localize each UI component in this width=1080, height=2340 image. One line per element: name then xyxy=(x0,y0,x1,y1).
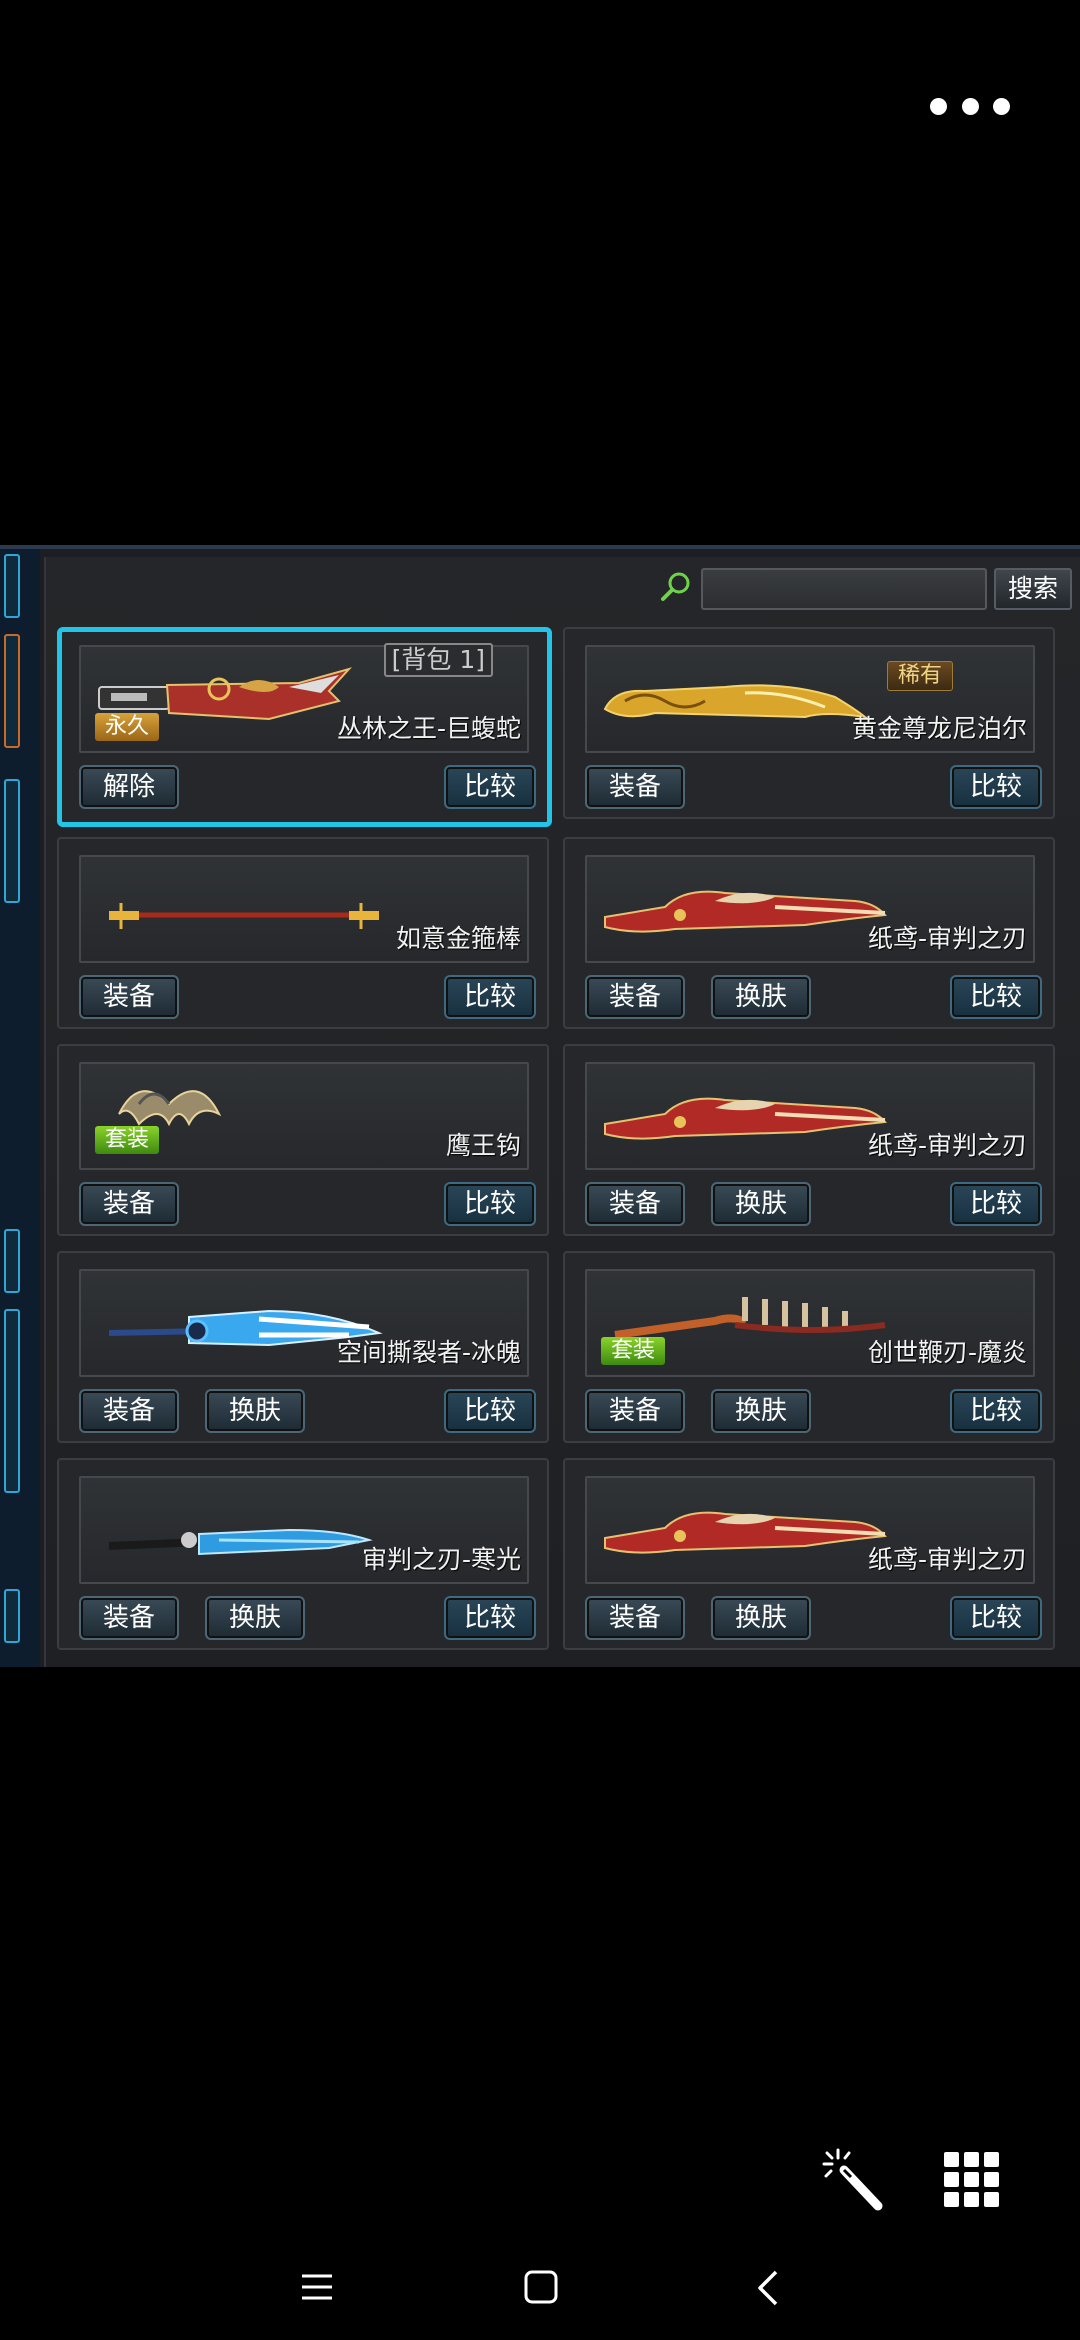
weapon-preview: 纸鸢-审判之刃 xyxy=(585,1476,1035,1584)
strip-element xyxy=(4,1229,20,1293)
weapon-preview: 套装 鹰王钩 xyxy=(79,1062,529,1170)
weapon-name: 纸鸢-审判之刃 xyxy=(867,1131,1027,1160)
compare-button[interactable]: 比较 xyxy=(444,975,536,1019)
suit-badge: 套装 xyxy=(601,1337,666,1365)
change-skin-button[interactable]: 换肤 xyxy=(205,1389,305,1433)
strip-element xyxy=(4,779,20,903)
equip-button[interactable]: 装备 xyxy=(585,1389,685,1433)
weapon-preview: 套装 创世鞭刃-魔炎 xyxy=(585,1269,1035,1377)
system-navigation-bar xyxy=(0,2230,1080,2340)
weapon-card[interactable]: 审判之刃-寒光装备 换肤 比较 xyxy=(57,1458,549,1650)
weapon-card[interactable]: 如意金箍棒装备 比较 xyxy=(57,837,549,1029)
weapon-image xyxy=(603,684,869,719)
weapon-card[interactable]: 空间撕裂者-冰魄装备 换肤 比较 xyxy=(57,1251,549,1443)
compare-button[interactable]: 比较 xyxy=(444,1389,536,1433)
weapon-name: 如意金箍棒 xyxy=(395,924,521,953)
search-button[interactable]: 搜索 xyxy=(994,568,1072,610)
equip-button[interactable]: 装备 xyxy=(79,975,179,1019)
equip-button[interactable]: 装备 xyxy=(585,1596,685,1640)
compare-button[interactable]: 比较 xyxy=(444,1596,536,1640)
weapon-preview: 纸鸢-审判之刃 xyxy=(585,1062,1035,1170)
left-edge-strip xyxy=(0,549,40,1667)
weapon-card-selected[interactable]: [背包 1] 永久 丛林之王-巨蝮蛇解除 比较 xyxy=(57,627,552,827)
weapon-name: 鹰王钩 xyxy=(445,1131,521,1160)
weapon-card[interactable]: 稀有黄金尊龙尼泊尔装备 比较 xyxy=(563,627,1055,819)
compare-button[interactable]: 比较 xyxy=(950,1389,1042,1433)
backpack-slot-tag: [背包 1] xyxy=(383,643,493,677)
weapon-name: 创世鞭刃-魔炎 xyxy=(867,1338,1027,1367)
weapon-preview: [背包 1] 永久 丛林之王-巨蝮蛇 xyxy=(79,643,529,753)
weapon-image xyxy=(604,1097,887,1140)
weapon-image xyxy=(604,1511,887,1554)
weapon-card[interactable]: 套装 创世鞭刃-魔炎装备 换肤 比较 xyxy=(563,1251,1055,1443)
change-skin-button[interactable]: 换肤 xyxy=(711,1182,811,1226)
menu-icon[interactable] xyxy=(300,2272,334,2302)
weapon-preview: 空间撕裂者-冰魄 xyxy=(79,1269,529,1377)
change-skin-button[interactable]: 换肤 xyxy=(711,1389,811,1433)
home-square-icon[interactable] xyxy=(524,2270,558,2304)
compare-button[interactable]: 比较 xyxy=(950,1182,1042,1226)
weapon-preview: 稀有黄金尊龙尼泊尔 xyxy=(585,645,1035,753)
compare-button[interactable]: 比较 xyxy=(444,765,536,809)
more-options-button[interactable] xyxy=(930,88,1010,124)
unequip-button[interactable]: 解除 xyxy=(79,765,179,809)
equip-button[interactable]: 装备 xyxy=(585,765,685,809)
change-skin-button[interactable]: 换肤 xyxy=(205,1596,305,1640)
strip-element xyxy=(4,1589,20,1643)
magic-wand-icon[interactable] xyxy=(820,2148,888,2212)
weapon-preview: 审判之刃-寒光 xyxy=(79,1476,529,1584)
equip-button[interactable]: 装备 xyxy=(79,1182,179,1226)
weapon-card[interactable]: 纸鸢-审判之刃装备 换肤 比较 xyxy=(563,837,1055,1029)
compare-button[interactable]: 比较 xyxy=(950,975,1042,1019)
compare-button[interactable]: 比较 xyxy=(950,765,1042,809)
change-skin-button[interactable]: 换肤 xyxy=(711,975,811,1019)
equip-button[interactable]: 装备 xyxy=(79,1596,179,1640)
strip-element xyxy=(4,634,20,748)
grid-menu-icon[interactable] xyxy=(944,2148,1000,2212)
weapon-name: 黄金尊龙尼泊尔 xyxy=(851,714,1027,743)
search-icon[interactable] xyxy=(660,570,692,602)
suit-badge: 套装 xyxy=(95,1126,160,1154)
weapon-preview: 纸鸢-审判之刃 xyxy=(585,855,1035,963)
weapon-name: 丛林之王-巨蝮蛇 xyxy=(336,714,521,743)
weapon-name: 审判之刃-寒光 xyxy=(361,1545,521,1574)
weapon-card[interactable]: 纸鸢-审判之刃装备 换肤 比较 xyxy=(563,1044,1055,1236)
weapon-preview: 如意金箍棒 xyxy=(79,855,529,963)
strip-element xyxy=(4,554,20,618)
strip-element xyxy=(4,1309,20,1493)
weapon-card[interactable]: 套装 鹰王钩装备 比较 xyxy=(57,1044,549,1236)
compare-button[interactable]: 比较 xyxy=(950,1596,1042,1640)
compare-button[interactable]: 比较 xyxy=(444,1182,536,1226)
weapon-name: 空间撕裂者-冰魄 xyxy=(336,1338,521,1367)
weapon-image xyxy=(604,890,887,933)
equip-button[interactable]: 装备 xyxy=(79,1389,179,1433)
weapon-name: 纸鸢-审判之刃 xyxy=(867,1545,1027,1574)
more-dot xyxy=(961,97,979,115)
weapon-card[interactable]: 纸鸢-审判之刃装备 换肤 比较 xyxy=(563,1458,1055,1650)
more-dot xyxy=(993,97,1010,115)
equip-button[interactable]: 装备 xyxy=(585,1182,685,1226)
search-input[interactable] xyxy=(701,568,987,610)
change-skin-button[interactable]: 换肤 xyxy=(711,1596,811,1640)
weapon-name: 纸鸢-审判之刃 xyxy=(867,924,1027,953)
more-dot xyxy=(930,97,947,115)
weapon-image xyxy=(108,1528,373,1556)
rare-badge: 稀有 xyxy=(887,661,954,691)
back-chevron-icon[interactable] xyxy=(756,2270,780,2306)
permanent-badge: 永久 xyxy=(95,713,160,741)
equip-button[interactable]: 装备 xyxy=(585,975,685,1019)
weapon-image xyxy=(109,903,379,929)
